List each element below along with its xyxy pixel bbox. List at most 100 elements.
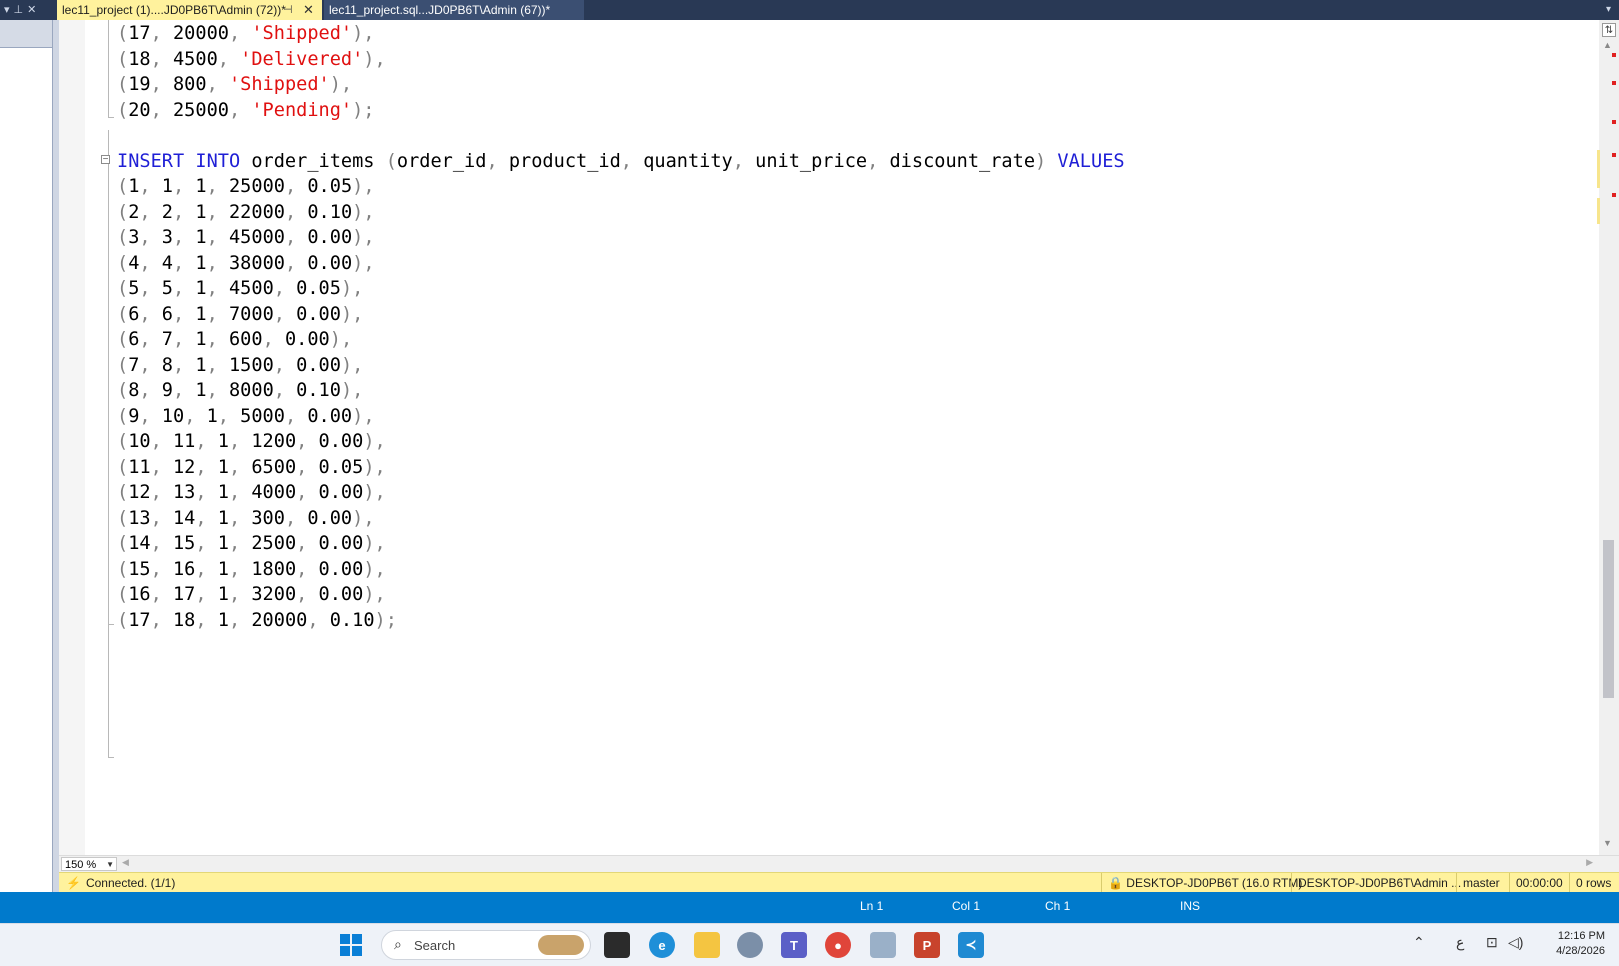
comma: , — [139, 329, 162, 350]
number-literal: 8 — [161, 354, 173, 376]
number-literal: 13 — [128, 507, 151, 529]
sql-code[interactable]: (17, 20000, 'Shipped'), (18, 4500, 'Deli… — [117, 21, 1125, 633]
pin-icon[interactable]: ⊥ — [14, 0, 24, 20]
comma: , — [195, 431, 218, 452]
change-marker — [1597, 198, 1600, 224]
paren: ( — [117, 227, 129, 248]
volume-icon[interactable]: ◁) — [1508, 934, 1523, 951]
number-literal: 6 — [161, 303, 173, 325]
system-clock[interactable]: 12:16 PM 4/28/2026 — [1545, 929, 1605, 959]
app-icon[interactable] — [870, 932, 896, 958]
pin-tab-icon[interactable]: ⊣ — [283, 0, 293, 20]
column-name: product_id — [508, 150, 621, 172]
close-icon[interactable]: ✕ — [27, 0, 36, 20]
number-literal: 7000 — [228, 303, 274, 325]
paren: ), — [363, 48, 386, 70]
comma: , — [206, 278, 229, 299]
number-literal: 7 — [161, 329, 173, 350]
comma: , — [150, 507, 173, 529]
code-line: (18, 4500, 'Delivered'), — [117, 49, 386, 70]
user-name: DESKTOP-JD0PB6T\Admin ... — [1298, 876, 1462, 890]
windows-start-icon[interactable] — [338, 932, 364, 958]
error-marker — [1612, 81, 1616, 85]
scroll-thumb[interactable] — [1603, 540, 1614, 698]
number-literal: 15 — [128, 558, 151, 580]
tab-query-active[interactable]: lec11_project (1)....JD0PB6T\Admin (72))… — [57, 0, 322, 20]
comma: , — [228, 482, 252, 503]
horizontal-scroll-row: 150 % ▼ ◀ ▶ — [59, 855, 1619, 872]
paren: ( — [117, 431, 129, 452]
powerpoint-icon[interactable]: P — [914, 932, 940, 958]
comma: , — [206, 303, 229, 325]
file-explorer-icon[interactable] — [694, 932, 720, 958]
number-literal: 11 — [172, 431, 196, 452]
comma: , — [284, 405, 308, 427]
number-literal: 9 — [161, 380, 173, 401]
chevron-up-icon[interactable]: ⌃ — [1413, 934, 1425, 951]
number-literal: 5 — [161, 278, 173, 299]
scroll-right-icon[interactable]: ▶ — [1586, 857, 1593, 868]
comma: , — [150, 48, 173, 70]
number-literal: 5000 — [240, 405, 285, 427]
comma: , — [173, 380, 196, 401]
comma: , — [284, 201, 308, 223]
table-name: order_items — [240, 150, 386, 172]
comma: , — [228, 558, 252, 580]
number-literal: 600 — [228, 329, 263, 350]
language-indicator[interactable]: ع — [1456, 934, 1464, 951]
comma: , — [139, 176, 162, 197]
error-marker — [1612, 193, 1616, 197]
values-row: (13, 14, 1, 300, 0.00), — [117, 508, 375, 529]
vertical-scrollbar[interactable] — [1599, 20, 1619, 855]
edge-icon[interactable]: e — [649, 932, 675, 958]
app-icon[interactable] — [737, 932, 763, 958]
zoom-select[interactable]: 150 % ▼ — [61, 857, 117, 871]
paren: ), — [352, 23, 375, 44]
number-literal: 0.00 — [307, 227, 353, 248]
scroll-up-icon[interactable]: ▲ — [1603, 40, 1612, 50]
number-literal: 0.10 — [296, 380, 341, 401]
values-row: (2, 2, 1, 22000, 0.10), — [117, 202, 375, 223]
vscode-icon[interactable]: ≺ — [958, 932, 984, 958]
close-tab-icon[interactable]: ✕ — [303, 0, 314, 20]
paren: ( — [117, 507, 129, 529]
comma: , — [867, 150, 890, 172]
comma: , — [139, 354, 162, 376]
scroll-down-icon[interactable]: ▼ — [1603, 838, 1612, 848]
number-literal: 8000 — [228, 380, 274, 401]
insert-statement-line: INSERT INTO order_items (order_id, produ… — [117, 151, 1125, 172]
paren: ( — [117, 609, 129, 631]
comma: , — [150, 533, 173, 554]
number-literal: 11 — [128, 456, 151, 478]
paren: ( — [117, 278, 129, 299]
collapse-toggle-icon[interactable]: − — [101, 155, 110, 165]
task-view-icon[interactable] — [604, 932, 630, 958]
column-name: quantity — [643, 150, 733, 172]
string-literal: 'Pending' — [251, 99, 353, 121]
taskbar-search[interactable]: ⌕ Search — [381, 930, 591, 960]
tab-overflow-icon[interactable]: ▾ — [1606, 0, 1611, 20]
number-literal: 25000 — [172, 99, 229, 121]
comma: , — [139, 201, 162, 223]
split-window-icon[interactable]: ⇅ — [1602, 23, 1616, 37]
dropdown-icon[interactable]: ▾ — [4, 0, 10, 20]
number-literal: 6 — [128, 303, 140, 325]
number-literal: 0.00 — [318, 482, 364, 503]
chrome-icon[interactable]: ● — [825, 932, 851, 958]
scroll-left-icon[interactable]: ◀ — [122, 857, 129, 868]
number-literal: 2500 — [251, 533, 297, 554]
char-indicator: Ch 1 — [1045, 899, 1071, 913]
number-literal: 18 — [172, 609, 196, 631]
tab-query-inactive[interactable]: lec11_project.sql...JD0PB6T\Admin (67))* — [324, 0, 584, 20]
number-literal: 14 — [172, 507, 196, 529]
paren: ), — [363, 533, 386, 554]
object-explorer-panel — [0, 20, 53, 892]
outline-tick — [108, 117, 114, 118]
teams-icon[interactable]: T — [781, 932, 807, 958]
paren: ( — [117, 584, 129, 605]
network-icon[interactable]: ⊡ — [1486, 934, 1498, 951]
number-literal: 0.05 — [296, 278, 341, 299]
number-literal: 0.05 — [318, 456, 364, 478]
outline-line — [108, 20, 109, 117]
change-marker — [1597, 150, 1600, 188]
